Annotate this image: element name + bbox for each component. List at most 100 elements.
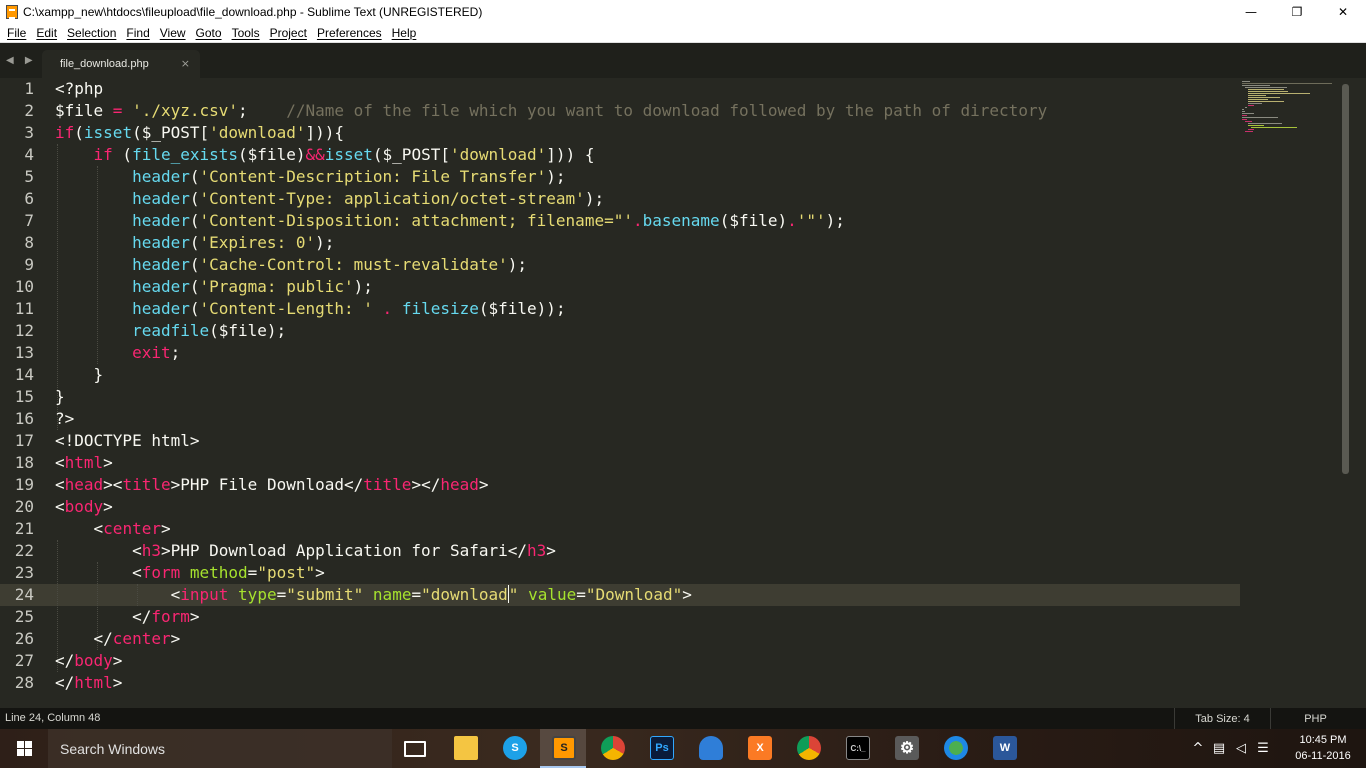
clock-date: 06-11-2016: [1295, 750, 1351, 762]
menu-edit[interactable]: Edit: [31, 26, 62, 40]
sublime-text-icon[interactable]: S: [552, 736, 576, 760]
code-line-18: <html>: [55, 453, 113, 472]
code-line-13: exit;: [132, 343, 181, 362]
start-button[interactable]: [0, 729, 48, 768]
menu-project[interactable]: Project: [265, 26, 312, 40]
windows-taskbar: Search Windows S S Ps X C:\_ ⚙ W ^ ▤ ◁ ☰…: [0, 729, 1366, 768]
status-bar: Line 24, Column 48 Tab Size: 4 PHP: [0, 708, 1366, 729]
menu-bar: File Edit Selection Find View Goto Tools…: [0, 23, 1366, 43]
word-icon[interactable]: W: [993, 736, 1017, 760]
taskbar-search-box[interactable]: Search Windows: [48, 729, 392, 768]
line-number: 28: [14, 673, 34, 692]
tab-nav-arrows[interactable]: ◀ ▶: [6, 55, 37, 66]
minimap-line: [1242, 83, 1332, 84]
menu-tools[interactable]: Tools: [227, 26, 265, 40]
clock-time: 10:45 PM: [1299, 734, 1347, 746]
code-line-7: header('Content-Disposition: attachment;…: [132, 211, 845, 230]
minimap-line: [1242, 85, 1270, 86]
code-line-24: <input type="submit" name="download" val…: [55, 585, 692, 604]
minimap-line: [1248, 103, 1262, 104]
menu-preferences[interactable]: Preferences: [312, 26, 387, 40]
menu-goto[interactable]: Goto: [191, 26, 227, 40]
code-line-15: }: [55, 387, 65, 406]
minimap-line: [1245, 121, 1252, 122]
code-line-12: readfile($file);: [132, 321, 287, 340]
line-number: 21: [14, 519, 34, 538]
show-hidden-icons-chevron-icon[interactable]: ^: [1190, 741, 1206, 756]
chrome-icon-2[interactable]: [797, 736, 821, 760]
line-number: 26: [14, 629, 34, 648]
minimap-line: [1248, 93, 1310, 94]
menu-find[interactable]: Find: [121, 26, 154, 40]
skype-icon[interactable]: S: [503, 736, 527, 760]
menu-selection[interactable]: Selection: [62, 26, 121, 40]
code-line-3: if(isset($_POST['download'])){: [55, 123, 344, 142]
tab-file-download[interactable]: file_download.php ×: [42, 50, 200, 78]
minimap-line: [1245, 107, 1247, 108]
code-line-9: header('Cache-Control: must-revalidate')…: [132, 255, 528, 274]
line-number: 23: [14, 563, 34, 582]
web-globe-icon[interactable]: [944, 736, 968, 760]
code-line-20: <body>: [55, 497, 113, 516]
code-line-27: </body>: [55, 651, 123, 670]
tab-close-icon[interactable]: ×: [181, 57, 190, 70]
photoshop-icon[interactable]: Ps: [650, 736, 674, 760]
line-number: 4: [24, 145, 34, 164]
line-number: 18: [14, 453, 34, 472]
restore-button[interactable]: ❐: [1274, 0, 1320, 23]
network-icon[interactable]: ▤: [1208, 741, 1230, 756]
line-number-current: 24: [14, 585, 34, 604]
minimap-line: [1242, 81, 1250, 82]
system-clock[interactable]: 10:45 PM 06-11-2016: [1290, 732, 1356, 764]
code-line-2: $file = './xyz.csv'; //Name of the file …: [55, 101, 1048, 120]
code-line-8: header('Expires: 0');: [132, 233, 335, 252]
line-number-gutter: 1 2 3 4 5 6 7 8 9 10 11 12 13 14 15 16 1…: [0, 78, 44, 708]
minimap-line: [1248, 91, 1288, 92]
code-line-4: if (file_exists($file)&&isset($_POST['do…: [93, 145, 595, 164]
line-number: 14: [14, 365, 34, 384]
cmd-icon[interactable]: C:\_: [846, 736, 870, 760]
file-explorer-icon[interactable]: [454, 736, 478, 760]
shield-icon[interactable]: [699, 736, 723, 760]
chrome-icon[interactable]: [601, 736, 625, 760]
line-number: 27: [14, 651, 34, 670]
settings-gear-icon[interactable]: ⚙: [895, 736, 919, 760]
menu-view[interactable]: View: [155, 26, 191, 40]
code-line-26: </center>: [55, 629, 181, 648]
code-line-16: ?>: [55, 409, 75, 428]
close-button[interactable]: ✕: [1320, 0, 1366, 23]
minimap-line: [1248, 125, 1264, 126]
tab-label: file_download.php: [60, 58, 149, 70]
code-line-1: <?php: [55, 79, 104, 98]
task-view-icon[interactable]: [404, 741, 426, 757]
minimap-line: [1245, 131, 1253, 132]
minimap-line: [1242, 119, 1247, 120]
code-editor[interactable]: 1 2 3 4 5 6 7 8 9 10 11 12 13 14 15 16 1…: [0, 78, 1352, 708]
minimap-line: [1248, 101, 1284, 102]
tray-icons: ^ ▤ ◁ ☰: [1190, 729, 1274, 768]
tab-size-selector[interactable]: Tab Size: 4: [1174, 708, 1270, 729]
minimap[interactable]: [1240, 80, 1340, 140]
minimap-line: [1248, 89, 1284, 90]
line-number: 5: [24, 167, 34, 186]
code-line-22: <h3>PHP Download Application for Safari<…: [55, 541, 556, 560]
syntax-selector[interactable]: PHP: [1270, 708, 1360, 729]
line-number: 7: [24, 211, 34, 230]
vertical-scrollbar[interactable]: [1342, 84, 1349, 474]
minimap-line: [1242, 113, 1254, 114]
code-line-5: header('Content-Description: File Transf…: [132, 167, 566, 186]
line-number: 6: [24, 189, 34, 208]
line-number: 13: [14, 343, 34, 362]
minimize-button[interactable]: —: [1228, 0, 1274, 23]
minimap-line: [1242, 117, 1278, 118]
line-number: 1: [24, 79, 34, 98]
action-center-icon[interactable]: ☰: [1252, 741, 1274, 756]
line-number: 15: [14, 387, 34, 406]
minimap-line: [1242, 109, 1244, 110]
volume-icon[interactable]: ◁: [1230, 741, 1252, 756]
code-line-19: <head><title>PHP File Download</title></…: [55, 475, 489, 494]
menu-file[interactable]: File: [2, 26, 31, 40]
xampp-icon[interactable]: X: [748, 736, 772, 760]
menu-help[interactable]: Help: [387, 26, 422, 40]
code-line-17: <!DOCTYPE html>: [55, 431, 200, 450]
